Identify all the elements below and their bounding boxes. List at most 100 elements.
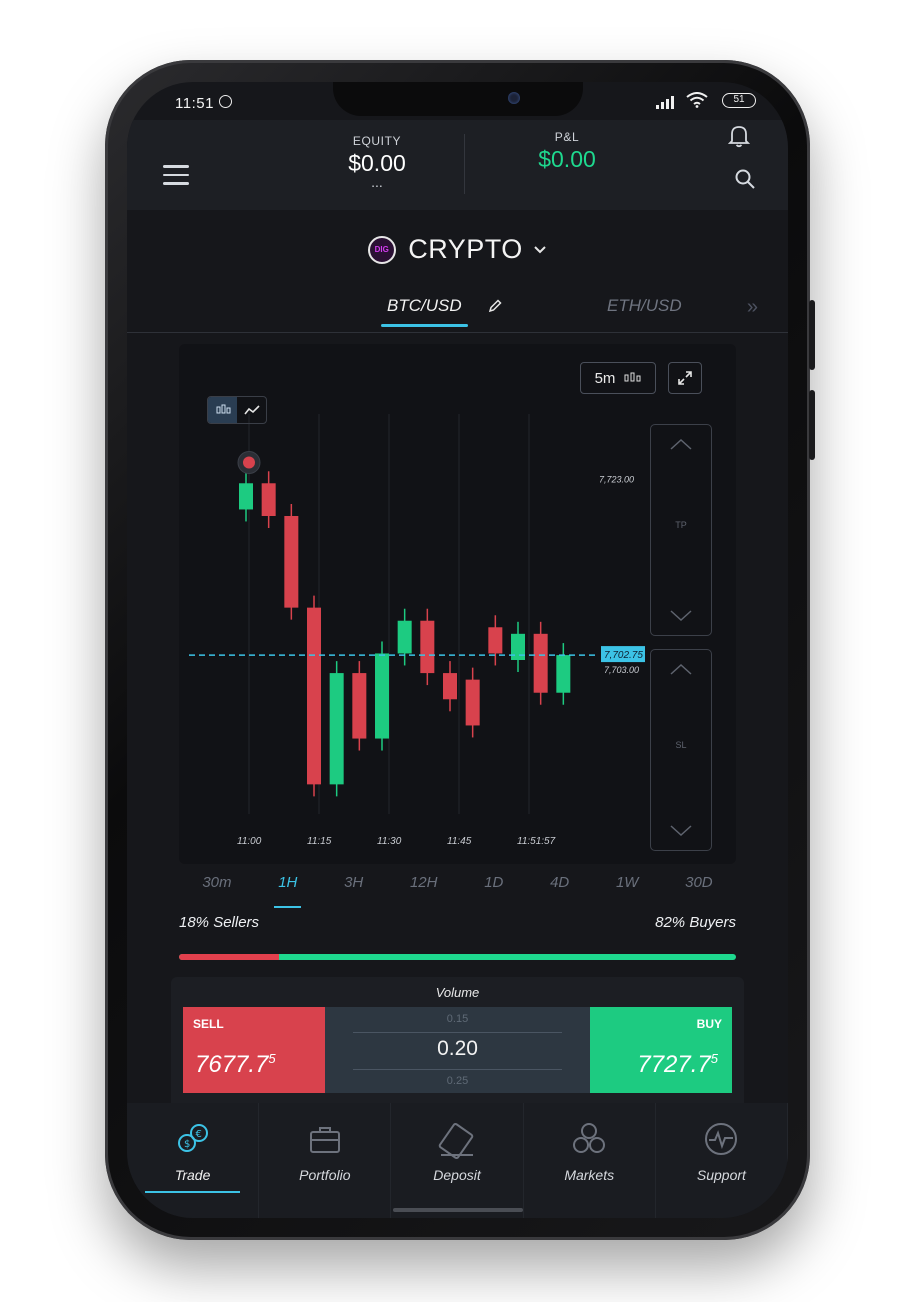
candle — [511, 633, 525, 660]
more-pairs-icon[interactable]: » — [747, 296, 758, 319]
category-label: CRYPTO — [408, 234, 523, 264]
candle — [307, 607, 321, 785]
tab-btc-usd[interactable]: BTC/USD — [381, 296, 468, 327]
equity-block: EQUITY $0.00 ... — [317, 134, 437, 190]
buy-button[interactable]: BUY 7727.75 — [590, 1007, 732, 1093]
candle — [397, 620, 412, 654]
pair-tabs: BTC/USD ETH/USD » — [127, 282, 788, 333]
tp-label: TP — [675, 519, 687, 530]
search-icon[interactable] — [734, 168, 756, 190]
side-button — [809, 390, 815, 460]
svg-text:$: $ — [184, 1139, 190, 1150]
sell-button[interactable]: SELL 7677.75 — [183, 1007, 325, 1093]
equity-value: $0.00 — [348, 150, 406, 176]
candlestick-toggle[interactable] — [208, 397, 237, 423]
chart-type-toggle[interactable] — [207, 396, 267, 424]
nav-portfolio[interactable]: Portfolio — [259, 1103, 392, 1218]
candle — [329, 673, 344, 785]
candle — [375, 653, 389, 739]
nav-support-label: Support — [696, 1167, 746, 1183]
y-label: 7,723.00 — [599, 475, 634, 485]
wifi-icon — [686, 92, 708, 108]
period-30d[interactable]: 30D — [685, 874, 713, 904]
coins-icon — [573, 1123, 606, 1153]
volume-next[interactable]: 0.25 — [325, 1075, 590, 1087]
sellers-label: 18% Sellers — [179, 914, 260, 931]
nav-trade[interactable]: $ € Trade — [127, 1103, 260, 1218]
alarm-icon — [219, 95, 232, 108]
sellers-fill — [179, 954, 280, 960]
signal-icon — [656, 96, 676, 109]
bell-icon[interactable] — [728, 124, 750, 148]
period-4d[interactable]: 4D — [550, 874, 569, 904]
equity-dots: ... — [371, 174, 383, 190]
period-1h[interactable]: 1H — [274, 874, 302, 908]
nav-deposit[interactable]: Deposit — [391, 1103, 524, 1218]
sentiment-bar — [179, 954, 736, 960]
volume-prev[interactable]: 0.15 — [325, 1013, 590, 1025]
trade-icon: $ € — [177, 1124, 208, 1152]
period-30m[interactable]: 30m — [202, 874, 231, 904]
pnl-block: P&L $0.00 — [507, 130, 627, 173]
pnl-label: P&L — [554, 130, 580, 144]
nav-trade-label: Trade — [174, 1167, 211, 1183]
candlestick-icon — [624, 372, 641, 382]
candle — [533, 633, 548, 693]
current-price-label: 7,702.75 — [604, 650, 643, 661]
status-time: 11:51 — [175, 95, 214, 112]
notch — [332, 82, 583, 116]
chart-panel: 11:00 11:15 11:30 11:45 11:51:57 7,702.75 7,72… — [179, 344, 736, 864]
nav-markets-label: Markets — [564, 1167, 615, 1183]
phone-frame: 11:51 51 EQUITY $0.00 ... P&L $0.00 DIG … — [105, 60, 815, 1240]
menu-icon[interactable] — [163, 165, 189, 191]
expand-icon — [678, 371, 692, 385]
buy-label: BUY — [696, 1017, 722, 1031]
volume-title: Volume — [435, 985, 480, 1000]
period-1w[interactable]: 1W — [616, 874, 639, 904]
x-tick-label: 11:51:57 — [517, 836, 556, 847]
period-3h[interactable]: 3H — [344, 874, 363, 904]
tab-eth-usd[interactable]: ETH/USD — [607, 296, 682, 316]
take-profit-slider[interactable]: TP — [650, 424, 712, 636]
nav-support[interactable]: Support — [656, 1103, 788, 1218]
battery-icon: 51 — [722, 93, 756, 108]
timeframe-button[interactable]: 5m — [580, 362, 656, 394]
period-1d[interactable]: 1D — [484, 874, 503, 904]
chevron-down-icon — [670, 610, 692, 622]
account-header: EQUITY $0.00 ... P&L $0.00 — [127, 120, 788, 210]
nav-deposit-label: Deposit — [433, 1167, 481, 1183]
sell-price: 7677.75 — [195, 1051, 276, 1078]
buyers-label: 82% Buyers — [655, 914, 736, 931]
candle — [556, 655, 571, 693]
trade-panel: Volume SELL 7677.75 0.15 0.20 0.25 BUY 7… — [171, 977, 744, 1109]
stop-loss-slider[interactable]: SL — [650, 649, 712, 851]
camera — [507, 92, 520, 104]
candle — [239, 483, 253, 510]
chevron-up-icon — [670, 438, 692, 450]
volume-picker[interactable]: 0.15 0.20 0.25 — [325, 1007, 590, 1093]
category-selector[interactable]: DIG CRYPTO — [127, 234, 788, 265]
chevron-down-icon — [670, 825, 692, 837]
candle — [443, 673, 457, 700]
volume-current: 0.20 — [437, 1037, 478, 1060]
nav-portfolio-label: Portfolio — [299, 1167, 351, 1183]
card-icon — [438, 1123, 474, 1159]
pulse-icon — [705, 1123, 738, 1155]
svg-text:€: € — [195, 1129, 201, 1140]
period-12h[interactable]: 12H — [410, 874, 438, 904]
candle — [488, 627, 503, 654]
line-chart-toggle[interactable] — [237, 397, 266, 423]
briefcase-icon — [309, 1127, 340, 1153]
trade-marker-dot — [243, 456, 255, 469]
line-chart-icon — [243, 405, 260, 415]
pencil-icon[interactable] — [487, 298, 503, 314]
nav-markets[interactable]: Markets — [524, 1103, 656, 1218]
candle — [352, 673, 367, 739]
pnl-value: $0.00 — [538, 146, 596, 172]
header-divider — [464, 134, 465, 194]
period-selector: 30m 1H 3H 12H 1D 4D 1W 30D — [179, 874, 736, 908]
expand-button[interactable] — [668, 362, 702, 394]
app-screen: 11:51 51 EQUITY $0.00 ... P&L $0.00 DIG … — [127, 82, 788, 1218]
bottom-nav: $ € Trade Portfolio Deposit Markets Supp… — [127, 1103, 788, 1218]
chevron-up-icon — [670, 663, 692, 675]
